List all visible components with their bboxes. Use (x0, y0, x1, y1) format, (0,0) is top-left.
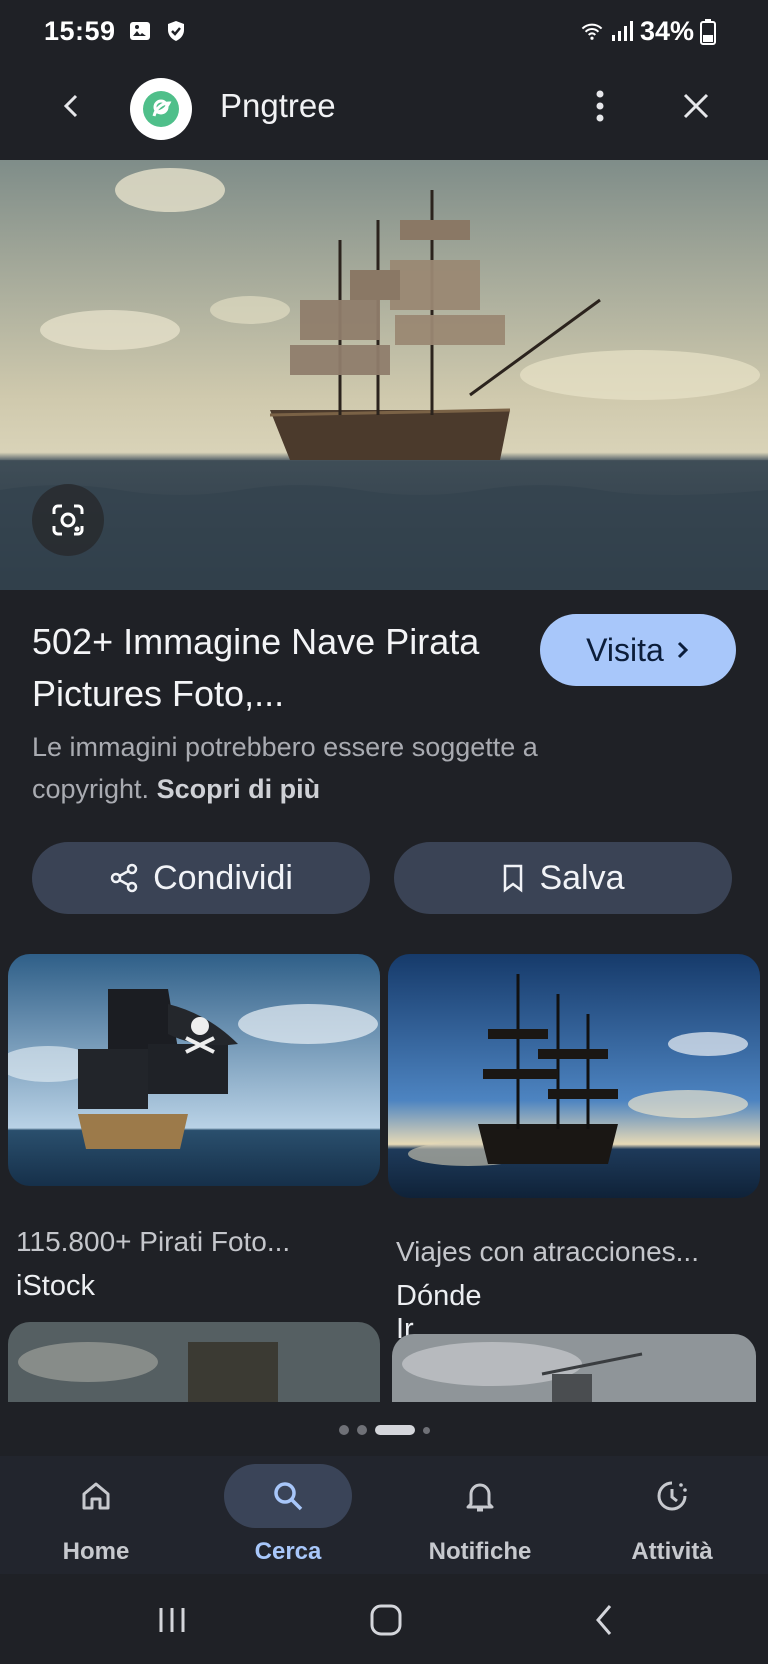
related-caption-1: 115.800+ Pirati Foto... (16, 1226, 291, 1257)
more-options-button[interactable] (580, 84, 620, 128)
bookmark-icon (504, 864, 523, 893)
related-image-4[interactable] (392, 1334, 756, 1402)
recent-apps-button[interactable] (150, 1600, 194, 1640)
related-image-3[interactable] (8, 1322, 380, 1402)
related-caption-2: Viajes con atracciones... (396, 1236, 699, 1267)
save-label: Salva (539, 858, 625, 897)
home-system-button[interactable] (364, 1600, 408, 1640)
share-label: Condividi (153, 858, 293, 897)
visit-label: Visita (586, 631, 664, 668)
bottom-navigation: Home Cerca Notifiche Attività (0, 1456, 768, 1574)
related-image-1[interactable] (8, 954, 380, 1186)
nav-label-notifications: Notifiche (428, 1538, 532, 1565)
copyright-notice: Le immagini potrebbero essere soggette a… (32, 726, 652, 810)
close-button[interactable] (674, 84, 718, 128)
related-image-2[interactable] (388, 954, 760, 1198)
nav-item-search[interactable]: Cerca (192, 1456, 384, 1574)
nav-item-notifications[interactable]: Notifiche (384, 1456, 576, 1574)
nav-label-activity: Attività (631, 1538, 713, 1565)
lens-icon (52, 504, 84, 536)
bell-icon (466, 1483, 494, 1512)
nav-label-search: Cerca (254, 1538, 322, 1565)
save-button[interactable]: Salva (394, 842, 732, 914)
battery-icon (700, 19, 724, 45)
hero-image[interactable] (0, 160, 768, 590)
status-bar: 15:59 34% (0, 0, 768, 62)
chevron-right-icon (677, 641, 688, 659)
status-time: 15:59 (44, 15, 116, 46)
gallery-icon (128, 19, 152, 43)
share-button[interactable]: Condividi (32, 842, 370, 914)
pngtree-logo (130, 78, 192, 140)
page-indicator (0, 1420, 768, 1440)
back-chevron-icon (596, 1605, 612, 1635)
related-source-1: iStock (16, 1270, 95, 1302)
visit-button[interactable]: Visita (540, 614, 736, 686)
close-icon (683, 93, 709, 119)
page-dot-active (374, 1425, 415, 1435)
google-lens-button[interactable] (32, 484, 104, 556)
share-icon (110, 863, 138, 893)
battery-level: 34% (639, 15, 694, 46)
nav-item-home[interactable]: Home (0, 1456, 192, 1574)
home-square-icon (370, 1604, 402, 1636)
back-button[interactable] (50, 84, 94, 128)
activity-icon (657, 1481, 687, 1511)
search-icon (274, 1482, 303, 1511)
app-bar: Pngtree (0, 62, 768, 160)
back-arrow-icon (63, 94, 78, 118)
more-vert-icon (596, 90, 604, 122)
home-icon (82, 1482, 110, 1510)
page-dot (422, 1426, 430, 1434)
page-dot (356, 1425, 367, 1435)
learn-more-link[interactable]: Scopri di più (157, 774, 321, 804)
nav-label-home: Home (62, 1538, 130, 1565)
back-system-button[interactable] (582, 1600, 626, 1640)
wifi-icon (580, 19, 604, 43)
page-dot (338, 1425, 349, 1435)
system-navigation-bar (0, 1574, 768, 1664)
site-title: Pngtree (220, 87, 336, 124)
nav-item-activity[interactable]: Attività (576, 1456, 768, 1574)
shield-icon (164, 19, 188, 43)
result-title: 502+ Immagine Nave Pirata Pictures Foto,… (32, 621, 480, 714)
signal-icon (610, 19, 634, 43)
recent-apps-icon (159, 1608, 185, 1632)
